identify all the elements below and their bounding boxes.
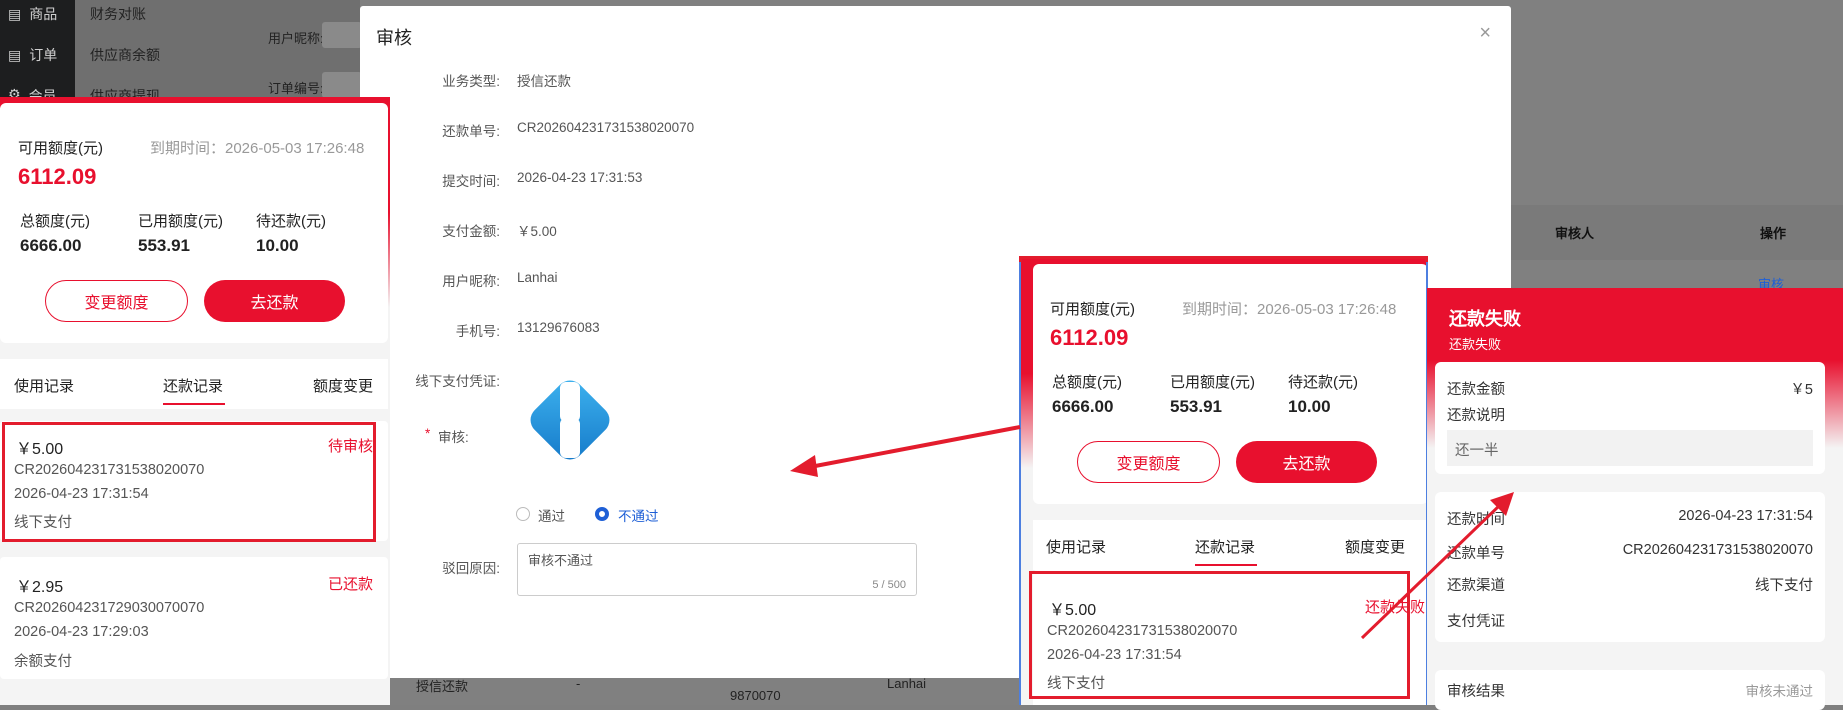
arrow-to-detail [1360,492,1514,640]
annotation-arrows [790,425,1514,640]
arrow-to-modal [790,425,1021,477]
